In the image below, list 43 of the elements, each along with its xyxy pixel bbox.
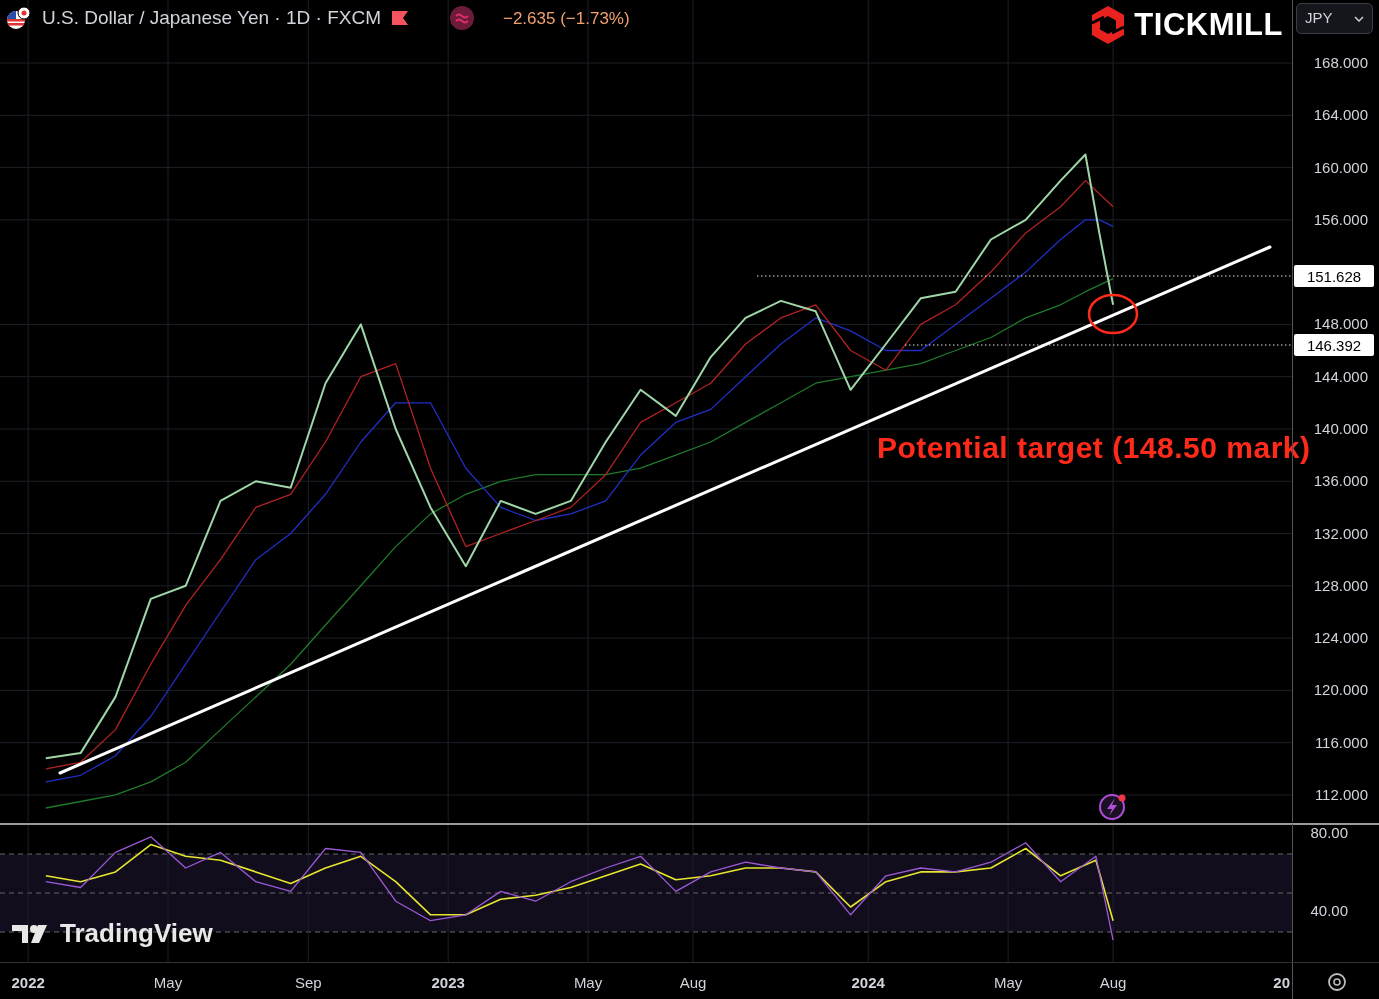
price-axis-label: 124.000 [1313,629,1368,647]
settings-icon[interactable] [1328,973,1346,991]
price-label: 146.392 [1294,334,1374,356]
price-axis-label: 116.000 [1314,733,1368,751]
price-axis-label: 112.000 [1314,785,1368,803]
time-axis-label: Aug [679,974,707,991]
time-axis-label: May [573,974,603,991]
time-axis-label: May [153,974,183,991]
alert-icon[interactable] [1099,794,1126,820]
time-axis-label: Aug [1099,974,1127,991]
indicator-icon[interactable] [449,5,475,32]
rsi-axis-label: 80.00 [1310,823,1348,841]
price-change: −2.635 (−1.73%) [503,7,630,30]
logo-icon [1090,5,1127,46]
watermark-logo-icon [12,925,47,943]
price-axis-label: 120.000 [1313,681,1368,699]
price-axis-label: 144.000 [1313,367,1368,385]
symbol-title: U.S. Dollar / Japanese Yen · 1D · FXCM [42,6,381,30]
time-axis-label: 2024 [851,974,885,991]
time-axis-label: Sep [294,974,322,991]
price-axis-label: 132.000 [1313,524,1368,542]
flag-marker-icon[interactable] [391,10,409,27]
annotation-text: Potential target (148.50 mark) [877,431,1311,464]
time-axis-label: 20 [1273,974,1290,991]
price-axis-label: 156.000 [1313,210,1368,228]
watermark-text: TradingView [60,918,213,948]
price-label: 151.628 [1294,265,1374,287]
price-axis-label: 148.000 [1313,315,1368,333]
flag-icon [6,6,32,31]
time-axis-label: 2022 [11,974,45,991]
price-axis-label: 136.000 [1313,472,1368,490]
time-axis-label: May [993,974,1023,991]
price-axis-label: 160.000 [1313,158,1368,176]
currency-dropdown[interactable]: JPY [1296,3,1373,34]
rsi-axis-label: 40.00 [1310,901,1348,919]
price-axis-label: 128.000 [1313,576,1368,594]
target-circle [1087,293,1139,335]
price-axis-label: 140.000 [1313,419,1368,437]
logo-text: TICKMILL [1134,6,1283,44]
caret-icon [1354,15,1364,22]
time-axis-label: 2023 [431,974,465,991]
price-axis-label: 168.000 [1313,54,1368,71]
price-axis-label: 164.000 [1313,106,1368,124]
